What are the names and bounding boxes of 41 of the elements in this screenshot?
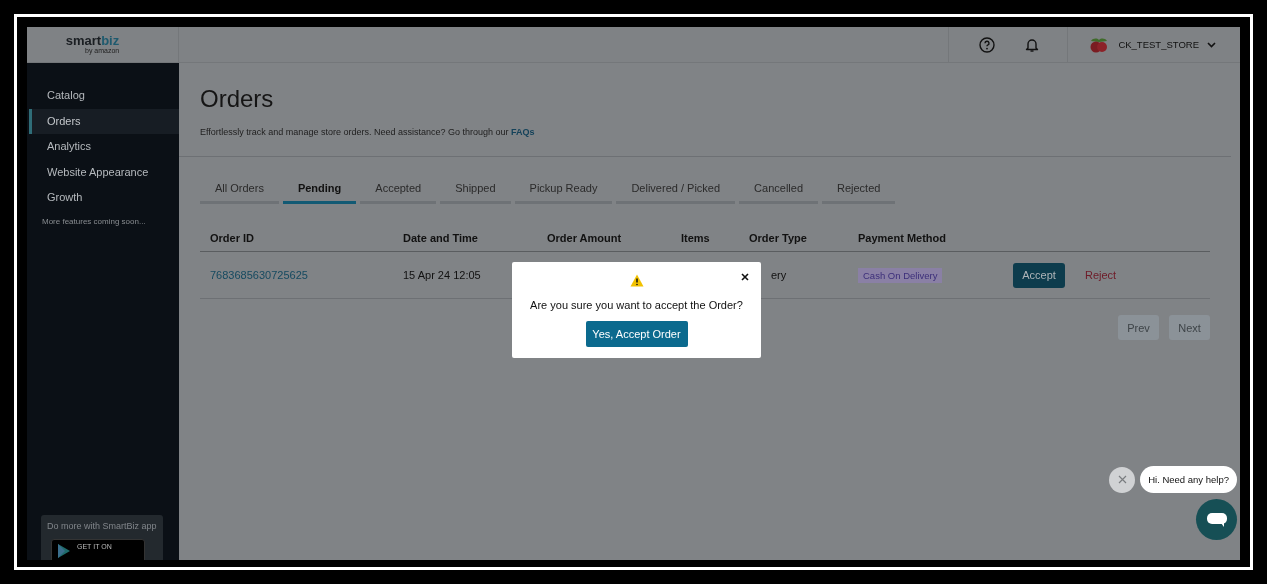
promo-text: Do more with SmartBiz app xyxy=(47,521,157,531)
table-cell: 15 Apr 24 12:05 xyxy=(403,269,481,281)
warning-icon xyxy=(629,274,644,287)
tab[interactable]: Rejected xyxy=(822,174,896,204)
reject-button[interactable]: Reject xyxy=(1085,269,1117,281)
order-id-link[interactable]: 7683685630725625 xyxy=(210,269,308,281)
faqs-link[interactable]: FAQs xyxy=(511,127,535,137)
chat-icon[interactable] xyxy=(1205,511,1228,528)
column-header: Date and Time xyxy=(403,231,479,244)
column-header: Order Amount xyxy=(547,231,623,244)
close-icon[interactable] xyxy=(741,273,749,281)
column-header: Items xyxy=(681,231,711,244)
table-cell: ery xyxy=(771,269,787,281)
tab[interactable]: Cancelled xyxy=(739,174,818,204)
dialog-message: Are you sure you want to accept the Order? xyxy=(530,299,743,311)
column-header: Order ID xyxy=(210,231,255,244)
sidebar-item[interactable]: Growth xyxy=(29,185,179,211)
store-name[interactable]: CK_TEST_STORE xyxy=(1118,39,1199,50)
bell-icon[interactable] xyxy=(1025,36,1040,53)
sidebar-item[interactable]: Orders xyxy=(29,108,179,134)
tab[interactable]: Pickup Ready xyxy=(514,174,613,204)
sidebar-item[interactable]: Catalog xyxy=(29,83,179,109)
sidebar-item[interactable]: Website Appearance xyxy=(29,159,179,185)
coming-soon-note: More features coming soon... xyxy=(41,215,147,226)
column-header: Payment Method xyxy=(858,231,947,244)
tab[interactable]: Shipped xyxy=(440,174,511,204)
payment-tag: Cash On Delivery xyxy=(858,268,943,283)
column-header: Order Type xyxy=(749,231,808,244)
accept-button[interactable]: Accept xyxy=(1013,262,1065,288)
confirm-button[interactable]: Yes, Accept Order xyxy=(585,321,688,347)
chat-bubble: Hi. Need any help? xyxy=(1140,466,1237,493)
tab[interactable]: Pending xyxy=(282,174,357,204)
tab[interactable]: Accepted xyxy=(360,174,437,204)
chevron-down-icon[interactable] xyxy=(1207,41,1216,48)
page-title: Orders xyxy=(200,85,275,113)
help-icon[interactable] xyxy=(979,36,996,53)
sidebar-item[interactable]: Analytics xyxy=(29,134,179,160)
chat-button[interactable] xyxy=(1196,499,1237,540)
tab[interactable]: All Orders xyxy=(200,174,279,204)
tab[interactable]: Delivered / Picked xyxy=(616,174,736,204)
page-subtitle: Effortlessly track and manage store orders. Need assistance? Go through our xyxy=(200,127,509,137)
